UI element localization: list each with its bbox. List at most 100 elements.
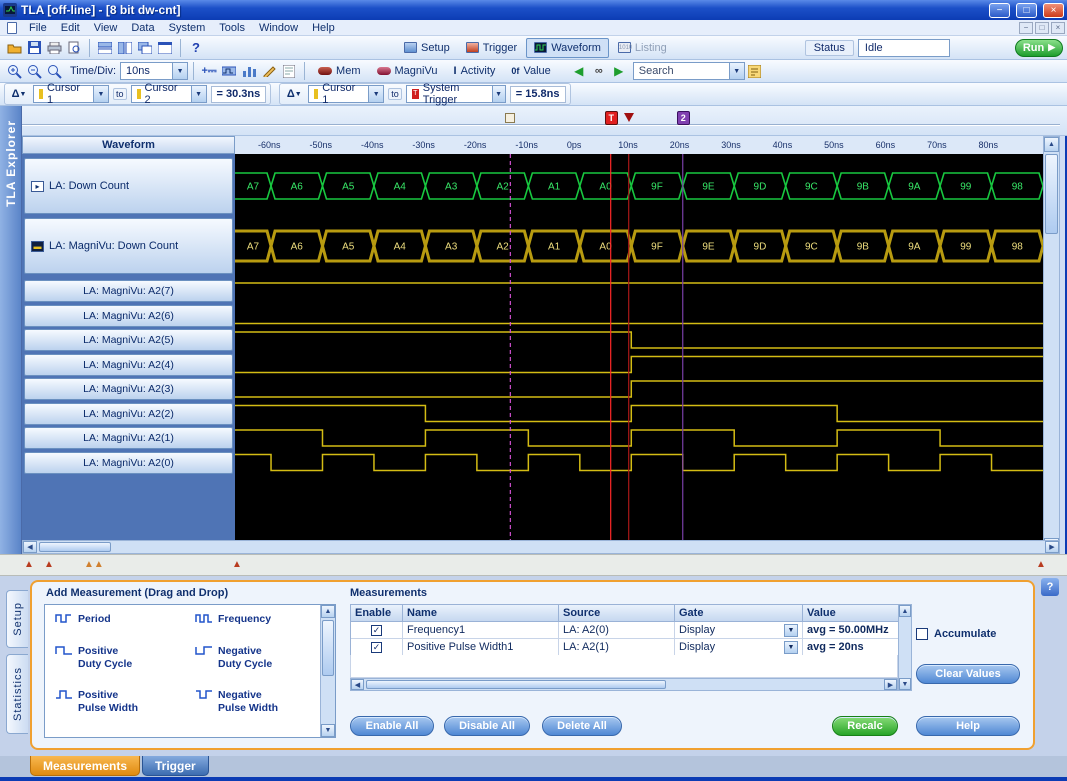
gate-dropdown-icon[interactable]: ▼ — [784, 641, 798, 654]
menu-data[interactable]: Data — [124, 21, 161, 35]
menu-tools[interactable]: Tools — [212, 21, 252, 35]
print-preview-icon[interactable] — [65, 39, 83, 57]
menu-view[interactable]: View — [87, 21, 125, 35]
vertical-scroll-thumb[interactable] — [1045, 154, 1058, 234]
row-label-a2-1[interactable]: LA: MagniVu: A2(1) — [24, 427, 233, 449]
row-label-a2-7[interactable]: LA: MagniVu: A2(7) — [24, 280, 233, 302]
source-cell[interactable]: LA: A2(0) — [559, 622, 675, 639]
table-vertical-scrollbar[interactable]: ▲ ▼ — [898, 604, 912, 691]
chevron-down-icon[interactable]: ▼ — [172, 63, 187, 79]
menu-help[interactable]: Help — [305, 21, 342, 35]
cursor1-handle[interactable] — [505, 113, 515, 123]
row-label-down-count[interactable]: ▸LA: Down Count — [24, 158, 233, 214]
view-trigger-button[interactable]: Trigger — [459, 38, 524, 58]
palette-item-negative-pulse-width[interactable]: Negative Pulse Width — [195, 689, 278, 715]
palette-item-period[interactable]: Period — [55, 613, 111, 626]
name-cell[interactable]: Positive Pulse Width1 — [403, 639, 559, 656]
col-header-enable[interactable]: Enable — [351, 605, 403, 622]
gate-cell[interactable]: Display▼ — [675, 639, 803, 656]
source-cell[interactable]: LA: A2(1) — [559, 639, 675, 656]
run-button[interactable]: Run▶ — [1015, 39, 1063, 57]
row-label-magnivu-down-count[interactable]: ▬LA: MagniVu: Down Count — [24, 218, 233, 274]
zoom-fit-icon[interactable] — [45, 62, 63, 80]
gate-dropdown-icon[interactable]: ▼ — [784, 624, 798, 637]
col-header-name[interactable]: Name — [403, 605, 559, 622]
bus-expand-icon[interactable]: ▸ — [31, 181, 44, 192]
zoom-in-icon[interactable] — [5, 62, 23, 80]
palette-item-positive-pulse-width[interactable]: Positive Pulse Width — [55, 689, 138, 715]
delete-all-button[interactable]: Delete All — [542, 716, 622, 736]
cursor-marker[interactable]: ▲ — [1036, 559, 1046, 570]
name-cell[interactable]: Frequency1 — [403, 622, 559, 639]
mdi-minimize-button[interactable]: − — [1019, 22, 1033, 34]
properties-icon[interactable] — [280, 62, 298, 80]
scroll-left-icon[interactable]: ◀ — [351, 679, 364, 690]
mdi-restore-button[interactable]: □ — [1035, 22, 1049, 34]
waveform-column-header[interactable]: Waveform — [22, 136, 235, 154]
cursor-marker[interactable]: ▲ — [24, 559, 34, 570]
scroll-left-icon[interactable]: ◀ — [23, 541, 37, 553]
waveform-display[interactable]: A7A6A5A4A3A2A1A09F9E9D9C9B9A9998A7A6A5A4… — [235, 154, 1043, 540]
disable-all-button[interactable]: Disable All — [444, 716, 530, 736]
row-label-a2-0[interactable]: LA: MagniVu: A2(0) — [24, 452, 233, 474]
row-label-a2-3[interactable]: LA: MagniVu: A2(3) — [24, 378, 233, 400]
mdi-close-button[interactable]: × — [1051, 22, 1065, 34]
scroll-down-icon[interactable]: ▼ — [899, 678, 911, 690]
table-horizontal-scrollbar[interactable]: ◀ ▶ — [350, 678, 898, 691]
panel-help-icon[interactable]: ? — [1041, 578, 1059, 596]
magnivu-trigger-flag[interactable] — [624, 113, 634, 122]
scroll-up-icon[interactable]: ▲ — [321, 605, 335, 618]
palette-scrollbar[interactable]: ▲ ▼ — [320, 605, 335, 737]
open-icon[interactable] — [5, 39, 23, 57]
tab-setup[interactable]: Setup — [6, 590, 28, 648]
save-icon[interactable] — [25, 39, 43, 57]
drawing-tool-icon[interactable] — [260, 62, 278, 80]
tile-horizontal-icon[interactable] — [96, 39, 114, 57]
time-ruler[interactable] — [0, 106, 1067, 136]
menu-file[interactable]: File — [22, 21, 54, 35]
cursor1b-combo[interactable]: Cursor 1▼ — [308, 85, 384, 103]
enable-all-button[interactable]: Enable All — [350, 716, 434, 736]
help-button[interactable]: Help — [916, 716, 1020, 736]
print-icon[interactable] — [45, 39, 63, 57]
close-button[interactable]: × — [1043, 3, 1064, 18]
system-trigger-combo[interactable]: TSystem Trigger▼ — [406, 85, 506, 103]
view-listing-button[interactable]: 1010Listing — [611, 38, 674, 58]
tab-trigger[interactable]: Trigger — [142, 756, 209, 776]
overlay-waveform-icon[interactable] — [220, 62, 238, 80]
row-label-a2-6[interactable]: LA: MagniVu: A2(6) — [24, 305, 233, 327]
timediv-combo[interactable]: 10ns▼ — [120, 62, 188, 80]
menu-window[interactable]: Window — [252, 21, 305, 35]
search-options-icon[interactable]: ∞ — [590, 62, 608, 80]
scroll-right-icon[interactable]: ▶ — [884, 679, 897, 690]
tab-measurements[interactable]: Measurements — [30, 756, 140, 776]
horizontal-scroll-thumb[interactable] — [39, 542, 111, 552]
search-next-icon[interactable]: ▶ — [610, 62, 628, 80]
gate-cell[interactable]: Display▼ — [675, 622, 803, 639]
histogram-icon[interactable] — [240, 62, 258, 80]
palette-item-positive-duty-cycle[interactable]: Positive Duty Cycle — [55, 645, 132, 671]
menu-system[interactable]: System — [162, 21, 213, 35]
delta-time-icon[interactable]: Δ▼ — [285, 85, 303, 103]
row-label-a2-5[interactable]: LA: MagniVu: A2(5) — [24, 329, 233, 351]
recalc-button[interactable]: Recalc — [832, 716, 898, 736]
add-waveform-icon[interactable]: +⎓ — [200, 62, 218, 80]
cursor1-combo[interactable]: Cursor 1▼ — [33, 85, 109, 103]
vertical-scrollbar[interactable]: ▲ ▼ — [1043, 136, 1060, 554]
enable-checkbox[interactable]: ✓ — [371, 642, 382, 653]
table-scroll-thumb[interactable] — [366, 680, 666, 689]
accumulate-checkbox[interactable] — [916, 628, 928, 640]
activity-button[interactable]: IActivity — [447, 61, 503, 81]
palette-scroll-thumb[interactable] — [322, 620, 334, 676]
cursor-marker[interactable]: ▲ — [232, 559, 242, 570]
trigger-flag[interactable]: T — [605, 111, 618, 125]
menu-edit[interactable]: Edit — [54, 21, 87, 35]
row-label-a2-4[interactable]: LA: MagniVu: A2(4) — [24, 354, 233, 376]
magnivu-bus-icon[interactable]: ▬ — [31, 241, 44, 252]
cursor-marker[interactable]: ▲ — [44, 559, 54, 570]
cascade-windows-icon[interactable] — [136, 39, 154, 57]
tla-explorer-tab[interactable]: TLA Explorer — [0, 106, 22, 576]
value-button[interactable]: 0fValue — [504, 61, 557, 81]
tab-statistics[interactable]: Statistics — [6, 654, 28, 734]
delta-time-icon[interactable]: Δ▼ — [10, 85, 28, 103]
